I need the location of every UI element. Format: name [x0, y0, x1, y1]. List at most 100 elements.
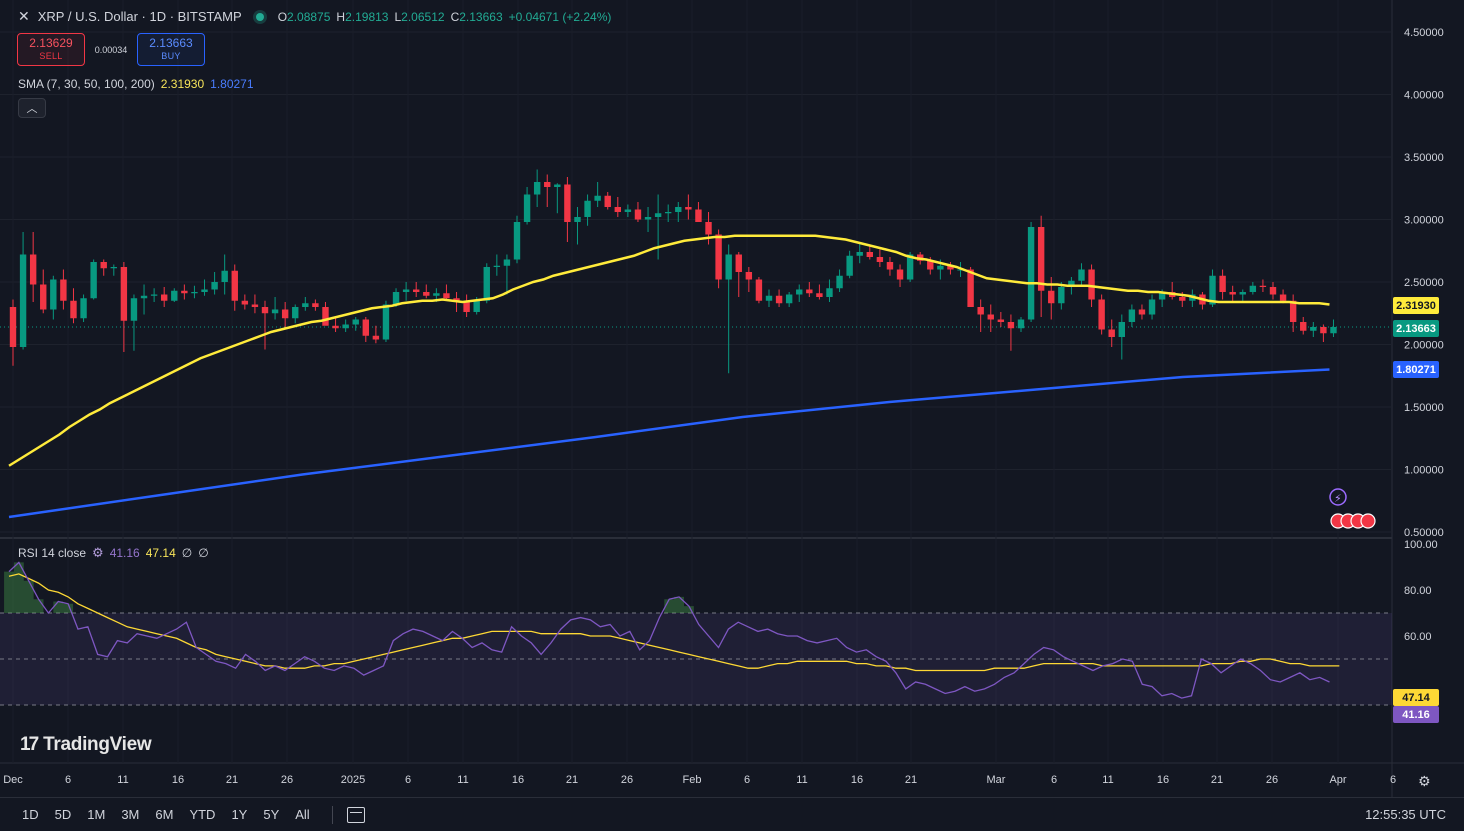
candle-body	[634, 209, 642, 220]
symbol-title[interactable]: XRP / U.S. Dollar · 1D · BITSTAMP	[38, 9, 242, 24]
candle-body	[342, 324, 349, 329]
candle-body	[654, 213, 662, 217]
range-button-5d[interactable]: 5D	[47, 807, 80, 822]
chevron-up-icon: ︿	[26, 103, 38, 115]
candle-body	[554, 184, 561, 187]
candle-body	[1310, 327, 1317, 331]
candle-body	[161, 294, 168, 301]
time-tick-label: 21	[226, 774, 238, 786]
candle-body	[1249, 285, 1257, 292]
candle-body	[1148, 299, 1156, 315]
candle-body	[806, 289, 813, 294]
candle-body	[523, 194, 531, 222]
time-tick-label: 26	[621, 774, 633, 786]
candle-body	[937, 265, 944, 270]
candle-body	[1330, 327, 1337, 334]
candle-body	[796, 289, 803, 295]
candle-body	[876, 257, 884, 262]
last-price-tag: 2.13663	[1393, 320, 1439, 337]
candle-body	[785, 294, 793, 304]
candle-body	[685, 207, 692, 210]
candle-body	[856, 252, 863, 256]
time-tick-label: 11	[117, 774, 128, 786]
candle-body	[967, 269, 974, 307]
range-button-6m[interactable]: 6M	[147, 807, 181, 822]
range-button-1y[interactable]: 1Y	[223, 807, 255, 822]
candle-body	[433, 293, 440, 296]
time-tick-label: 6	[744, 774, 750, 786]
candle-body	[977, 307, 984, 315]
candle-body	[604, 195, 611, 207]
candle-body	[1320, 327, 1327, 334]
tradingview-logo[interactable]: 17 TradingView	[20, 734, 152, 756]
sma200-line	[8, 368, 1330, 519]
range-button-3m[interactable]: 3M	[113, 807, 147, 822]
candle-body	[281, 309, 289, 319]
candle-body	[120, 267, 128, 321]
candle-body	[1088, 269, 1095, 300]
candle-body	[322, 307, 329, 326]
range-button-5y[interactable]: 5Y	[255, 807, 287, 822]
candle-body	[735, 254, 742, 272]
candle-body	[9, 307, 17, 347]
close-icon[interactable]: ✕	[18, 8, 30, 25]
time-range-buttons: 1D 5D 1M 3M 6M YTD 1Y 5Y All	[14, 807, 318, 822]
sma200-layer	[8, 368, 1330, 519]
candle-body	[574, 217, 581, 222]
candle-body	[150, 294, 158, 296]
candle-body	[584, 200, 591, 217]
sma-legend[interactable]: SMA (7, 30, 50, 100, 200) 2.31930 1.8027…	[18, 77, 254, 91]
spread-value: 0.00034	[94, 44, 128, 55]
candle-body	[362, 319, 369, 336]
candle-body	[1108, 329, 1115, 337]
candle-body	[644, 217, 652, 220]
candle-body	[1300, 322, 1307, 331]
candle-body	[896, 269, 904, 280]
candle-body	[1229, 292, 1236, 295]
range-button-1d[interactable]: 1D	[14, 807, 47, 822]
candle-body	[191, 292, 198, 294]
candle-body	[382, 304, 390, 340]
candle-body	[261, 307, 269, 314]
sell-button[interactable]: 2.13629 SELL	[17, 33, 85, 66]
candle-body	[564, 184, 571, 222]
range-button-1m[interactable]: 1M	[79, 807, 113, 822]
rsi-settings-icon[interactable]: ⚙	[92, 545, 104, 561]
candle-body	[221, 270, 228, 282]
candle-body	[1128, 309, 1136, 322]
time-tick-label: Feb	[683, 774, 702, 786]
candle-body	[866, 252, 873, 257]
candle-body	[1078, 269, 1085, 281]
range-button-all[interactable]: All	[287, 807, 317, 822]
candle-body	[483, 267, 490, 301]
collapse-legend-button[interactable]: ︿	[18, 98, 46, 118]
time-tick-label: 6	[405, 774, 411, 786]
candle-body	[614, 207, 621, 212]
candle-body	[1118, 322, 1125, 337]
candle-body	[402, 289, 410, 292]
candle-body	[251, 304, 259, 307]
event-flags: ⚡	[1329, 488, 1376, 529]
candle-body	[1037, 227, 1045, 291]
sma50-price-tag: 2.31930	[1393, 297, 1439, 314]
toolbar-divider	[331, 805, 333, 824]
range-button-ytd[interactable]: YTD	[181, 807, 223, 822]
candle-body	[755, 279, 763, 301]
candle-body	[1269, 287, 1277, 295]
calendar-icon[interactable]	[346, 806, 365, 823]
candle-body	[211, 282, 218, 290]
price-tick-label: 1.00000	[1404, 465, 1444, 477]
sma200-price-tag: 1.80271	[1393, 361, 1439, 378]
clock[interactable]: 12:55:35 UTC	[1365, 807, 1446, 822]
chart-canvas[interactable]: 4.50000 4.00000 3.50000 3.00000 2.50000 2.000…	[0, 0, 1464, 831]
price-tick-label: 3.50000	[1404, 152, 1444, 164]
candle-body	[292, 307, 299, 319]
rsi-legend[interactable]: RSI 14 close ⚙ 41.16 47.14 ∅ ∅	[18, 545, 209, 561]
candle-body	[40, 284, 47, 310]
axis-settings-icon: ⚙	[1418, 773, 1431, 789]
candle-body	[1259, 285, 1267, 287]
candle-body	[171, 290, 178, 301]
time-tick-label: 26	[281, 774, 293, 786]
buy-button[interactable]: 2.13663 BUY	[137, 33, 205, 66]
candle-body	[705, 222, 712, 235]
